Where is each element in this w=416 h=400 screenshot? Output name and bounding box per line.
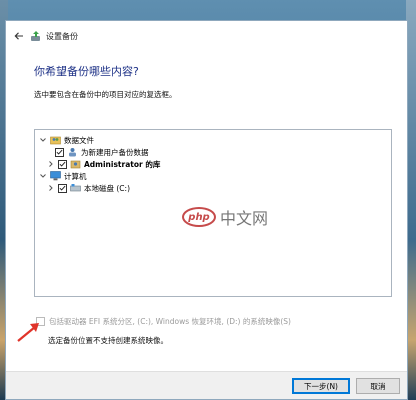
tree-item-computer[interactable]: 计算机 xyxy=(39,170,87,182)
checkbox-new-users[interactable] xyxy=(55,147,64,157)
window-title: 设置备份 xyxy=(46,32,78,41)
checkbox-local-disk[interactable] xyxy=(58,183,67,193)
system-image-note: 选定备份位置不支持创建系统映像。 xyxy=(48,336,168,345)
tree-item-label: 为新建用户备份数据 xyxy=(81,147,149,157)
tree-item-label: Administrator 的库 xyxy=(84,159,161,169)
drive-icon xyxy=(70,183,81,193)
php-logo-badge: php xyxy=(182,207,216,227)
red-arrow-annotation-icon xyxy=(17,323,39,342)
tree-item-admin-library[interactable]: Administrator 的库 xyxy=(47,158,160,170)
user-icon xyxy=(67,147,78,157)
dialog-footer: 下一步(N) 取消 xyxy=(6,371,407,399)
backup-app-icon xyxy=(30,30,42,42)
instruction-text: 选中要包含在备份中的项目对应的复选框。 xyxy=(34,90,177,99)
cancel-button[interactable]: 取消 xyxy=(356,378,400,394)
tree-item-label: 本地磁盘 (C:) xyxy=(84,183,130,193)
library-icon xyxy=(70,159,81,169)
tree-item-label: 计算机 xyxy=(64,171,87,181)
next-button[interactable]: 下一步(N) xyxy=(292,378,350,394)
watermark-text: 中文网 xyxy=(220,209,269,228)
system-image-label: 包括驱动器 EFI 系统分区, (C:), Windows 恢复环境, (D:)… xyxy=(49,317,291,326)
system-image-option[interactable]: 包括驱动器 EFI 系统分区, (C:), Windows 恢复环境, (D:)… xyxy=(36,316,291,327)
page-heading: 你希望备份哪些内容? xyxy=(34,65,139,78)
php-cn-watermark: php 中文网 xyxy=(182,205,268,229)
tree-item-new-users[interactable]: 为新建用户备份数据 xyxy=(55,146,149,158)
tree-item-label: 数据文件 xyxy=(64,135,94,145)
chevron-right-icon[interactable] xyxy=(47,160,55,168)
tree-item-data-files[interactable]: 数据文件 xyxy=(39,134,94,146)
computer-icon xyxy=(50,171,61,181)
back-arrow-icon[interactable] xyxy=(12,29,26,43)
checkbox-admin-library[interactable] xyxy=(58,159,67,169)
chevron-down-icon[interactable] xyxy=(39,136,47,144)
chevron-down-icon[interactable] xyxy=(39,172,47,180)
title-bar: 设置备份 xyxy=(6,21,407,51)
tree-item-local-disk[interactable]: 本地磁盘 (C:) xyxy=(47,182,130,194)
backup-setup-window: 设置备份 你希望备份哪些内容? 选中要包含在备份中的项目对应的复选框。 数据文件… xyxy=(5,20,408,400)
users-folder-icon xyxy=(50,135,61,145)
chevron-right-icon[interactable] xyxy=(47,184,55,192)
